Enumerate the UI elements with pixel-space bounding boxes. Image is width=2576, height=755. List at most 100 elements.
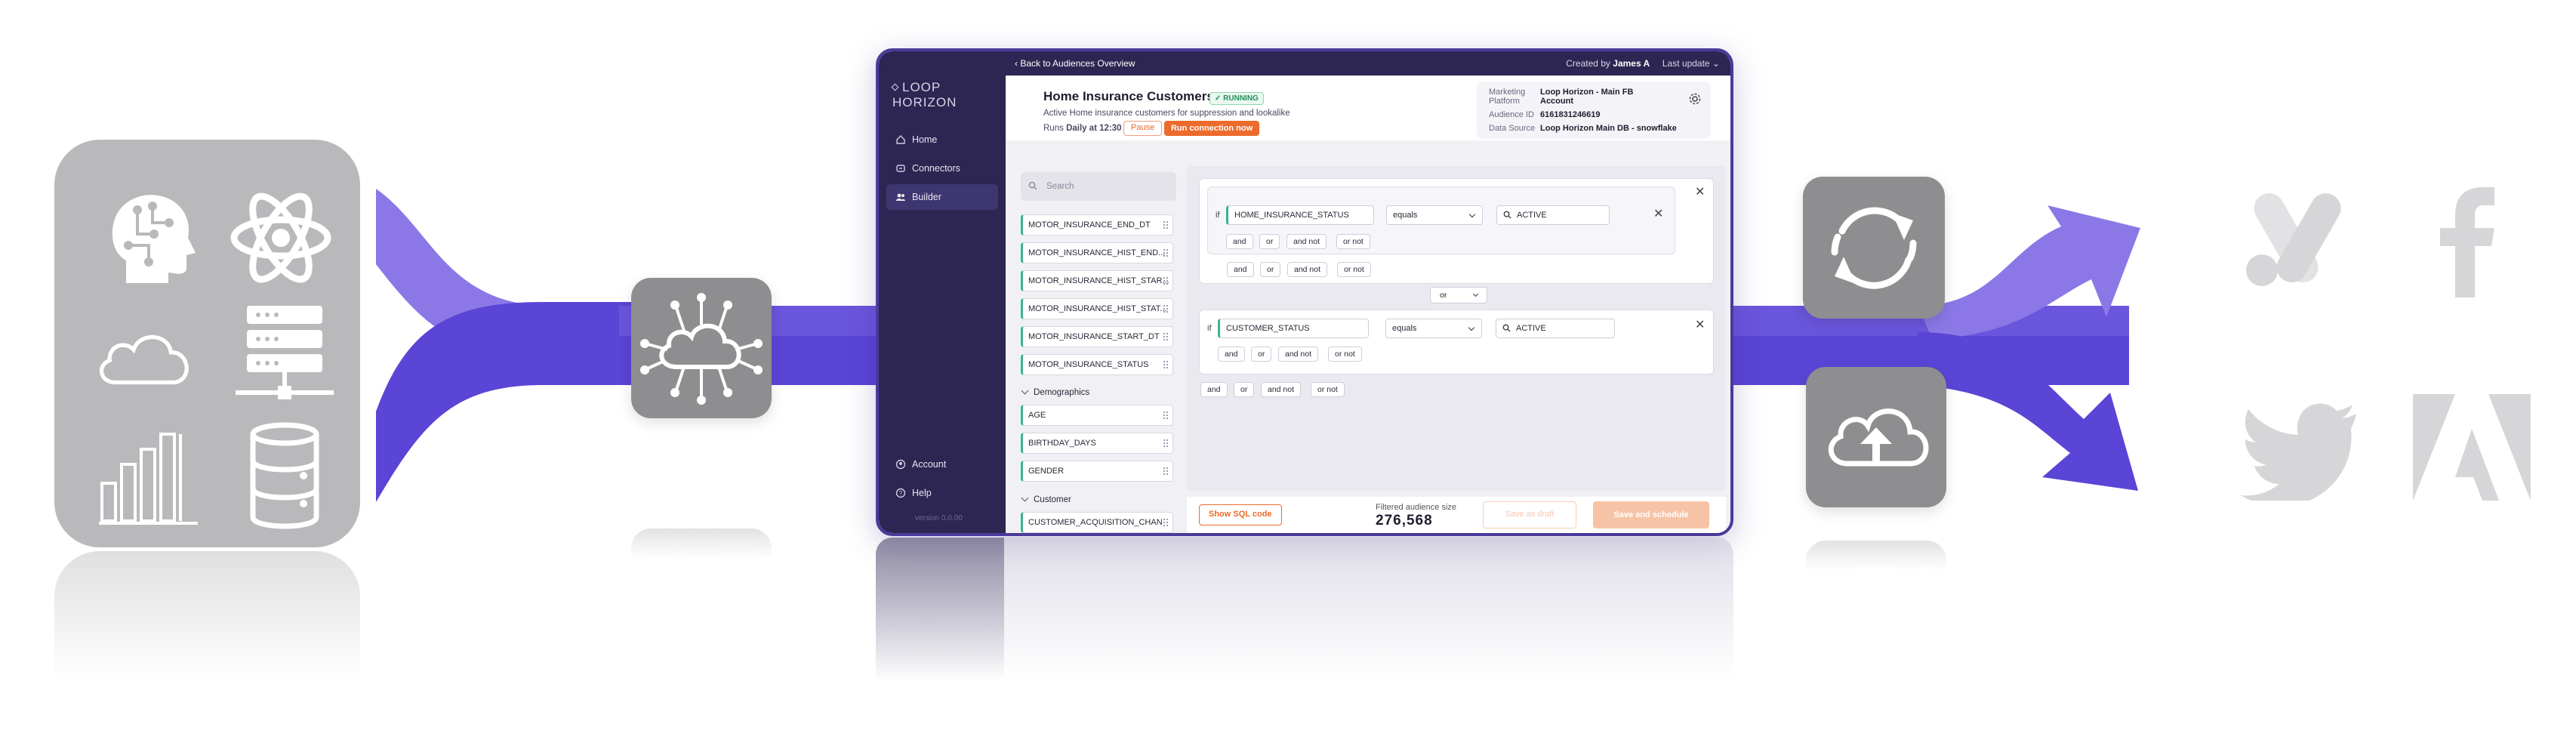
condition-group: if CUSTOMER_STATUS equals ACTIVE ✕ and o…	[1199, 310, 1714, 374]
close-icon[interactable]: ✕	[1653, 208, 1663, 220]
attribute-item[interactable]: CUSTOMER_ACQUISITION_CHAN	[1021, 512, 1173, 533]
svg-text:?: ?	[899, 490, 903, 497]
meta-platform-key: Marketing Platform	[1489, 88, 1526, 106]
or-button[interactable]: or	[1234, 382, 1255, 397]
adobe-logo	[2413, 394, 2531, 501]
and-button[interactable]: and	[1226, 234, 1253, 249]
ai-head-icon	[112, 195, 196, 283]
save-schedule-button[interactable]: Save and schedule	[1593, 501, 1709, 528]
sidebar-item-help[interactable]: ? Help	[886, 480, 998, 506]
value-input[interactable]: ACTIVE	[1496, 205, 1610, 225]
attribute-label: MOTOR_INSURANCE_HIST_END...	[1028, 248, 1166, 257]
pause-button[interactable]: Pause	[1123, 121, 1163, 136]
attribute-item[interactable]: MOTOR_INSURANCE_HIST_END...	[1021, 242, 1173, 263]
flow-branch-left-lower	[376, 302, 634, 502]
drag-handle-icon[interactable]	[1163, 360, 1169, 369]
condition-field[interactable]: HOME_INSURANCE_STATUS	[1226, 205, 1374, 225]
drag-handle-icon[interactable]	[1163, 220, 1169, 230]
attribute-item[interactable]: MOTOR_INSURANCE_HIST_STAT...	[1021, 298, 1173, 319]
sidebar-item-account[interactable]: Account	[886, 451, 998, 477]
or-not-button[interactable]: or not	[1328, 347, 1362, 362]
condition-group: if HOME_INSURANCE_STATUS equals ACTIVE ✕…	[1199, 178, 1714, 284]
chevron-down-icon: ⌄	[1712, 58, 1720, 69]
or-button[interactable]: or	[1260, 262, 1281, 277]
drag-handle-icon[interactable]	[1163, 411, 1169, 420]
attribute-item[interactable]: AGE	[1021, 405, 1173, 426]
attribute-label: BIRTHDAY_DAYS	[1028, 439, 1096, 448]
settings-gear-icon[interactable]	[1688, 92, 1702, 106]
check-icon: ✓	[1215, 94, 1224, 103]
connectors-icon	[896, 165, 905, 172]
operator-select[interactable]: equals	[1385, 319, 1482, 338]
show-sql-button[interactable]: Show SQL code	[1199, 504, 1282, 525]
attribute-item[interactable]: MOTOR_INSURANCE_START_DT	[1021, 326, 1173, 347]
value-input[interactable]: ACTIVE	[1496, 319, 1615, 338]
main-content: Home Insurance Customers ✓ RUNNING Activ…	[1006, 76, 1730, 533]
app-window: LOOP HORIZON Home Connectors Builder Acc…	[876, 48, 1733, 536]
group-header-customer[interactable]: Customer	[1022, 495, 1071, 504]
drag-handle-icon[interactable]	[1163, 276, 1169, 285]
audience-title: Home Insurance Customers	[1043, 89, 1214, 103]
run-schedule: Runs Daily at 12:30	[1043, 124, 1122, 133]
meta-data-source-key: Data Source	[1489, 124, 1536, 133]
operator-select[interactable]: equals	[1386, 205, 1483, 225]
close-icon[interactable]: ✕	[1695, 186, 1705, 199]
drag-handle-icon[interactable]	[1163, 467, 1169, 476]
drag-handle-icon[interactable]	[1163, 439, 1169, 448]
drag-handle-icon[interactable]	[1163, 518, 1169, 527]
search-icon	[1028, 181, 1037, 190]
drag-handle-icon[interactable]	[1163, 248, 1169, 257]
created-by-label: Created by	[1566, 58, 1610, 69]
last-update-toggle[interactable]: Last update ⌄	[1662, 58, 1720, 69]
condition-field[interactable]: CUSTOMER_STATUS	[1218, 319, 1369, 338]
drag-handle-icon[interactable]	[1163, 304, 1169, 313]
meta-platform: Marketing Platform Loop Horizon - Main FB…	[1489, 88, 1646, 106]
cloud-upload-icon	[1828, 408, 1929, 467]
home-icon	[896, 135, 905, 144]
or-not-button[interactable]: or not	[1337, 262, 1371, 277]
group-header-demographics[interactable]: Demographics	[1022, 388, 1089, 397]
audience-description: Active Home insurance customers for supp…	[1043, 109, 1290, 118]
and-not-button[interactable]: and not	[1278, 347, 1319, 362]
attribute-item[interactable]: BIRTHDAY_DAYS	[1021, 433, 1173, 454]
sidebar-item-label: Connectors	[912, 163, 960, 174]
group-joiner-select[interactable]: or	[1430, 287, 1487, 304]
search-placeholder: Search	[1046, 182, 1074, 191]
run-connection-button[interactable]: Run connection now	[1164, 121, 1260, 136]
app-version: version 0.0.00	[915, 514, 963, 522]
back-to-audiences-link[interactable]: ‹ Back to Audiences Overview	[1015, 58, 1135, 69]
or-not-button[interactable]: or not	[1336, 234, 1370, 249]
attribute-item[interactable]: GENDER	[1021, 461, 1173, 482]
or-not-button[interactable]: or not	[1311, 382, 1345, 397]
and-not-button[interactable]: and not	[1287, 262, 1328, 277]
meta-data-source: Data Source Loop Horizon Main DB - snowfl…	[1489, 124, 1684, 133]
attribute-item[interactable]: MOTOR_INSURANCE_STATUS	[1021, 354, 1173, 375]
search-icon	[1503, 211, 1511, 219]
and-button[interactable]: and	[1200, 382, 1228, 397]
and-button[interactable]: and	[1218, 347, 1245, 362]
close-icon[interactable]: ✕	[1695, 319, 1705, 331]
attribute-search-input[interactable]: Search	[1021, 172, 1176, 201]
or-button[interactable]: or	[1251, 347, 1272, 362]
sidebar-item-builder[interactable]: Builder	[886, 184, 998, 210]
attribute-item[interactable]: MOTOR_INSURANCE_END_DT	[1021, 214, 1173, 236]
attribute-item[interactable]: MOTOR_INSURANCE_HIST_STAR...	[1021, 270, 1173, 291]
or-button[interactable]: or	[1259, 234, 1280, 249]
brand-logo-text: LOOP HORIZON	[892, 80, 957, 109]
attribute-label: AGE	[1028, 411, 1046, 420]
if-label: if	[1207, 324, 1212, 333]
sidebar-item-connectors[interactable]: Connectors	[886, 156, 998, 181]
sidebar-item-home[interactable]: Home	[886, 127, 998, 153]
and-button[interactable]: and	[1227, 262, 1254, 277]
run-schedule-label: Runs	[1043, 124, 1064, 133]
drag-handle-icon[interactable]	[1163, 332, 1169, 341]
help-icon: ?	[895, 488, 906, 498]
audience-size-label: Filtered audience size	[1376, 503, 1457, 512]
brand-logo[interactable]: LOOP HORIZON	[891, 80, 1006, 110]
attribute-label: MOTOR_INSURANCE_HIST_STAR...	[1028, 276, 1169, 285]
and-not-button[interactable]: and not	[1286, 234, 1327, 249]
save-draft-button[interactable]: Save as draft	[1483, 501, 1576, 528]
rule-builder-canvas: if HOME_INSURANCE_STATUS equals ACTIVE ✕…	[1187, 166, 1726, 491]
and-not-button[interactable]: and not	[1261, 382, 1302, 397]
app-window-reflection	[876, 538, 1733, 681]
